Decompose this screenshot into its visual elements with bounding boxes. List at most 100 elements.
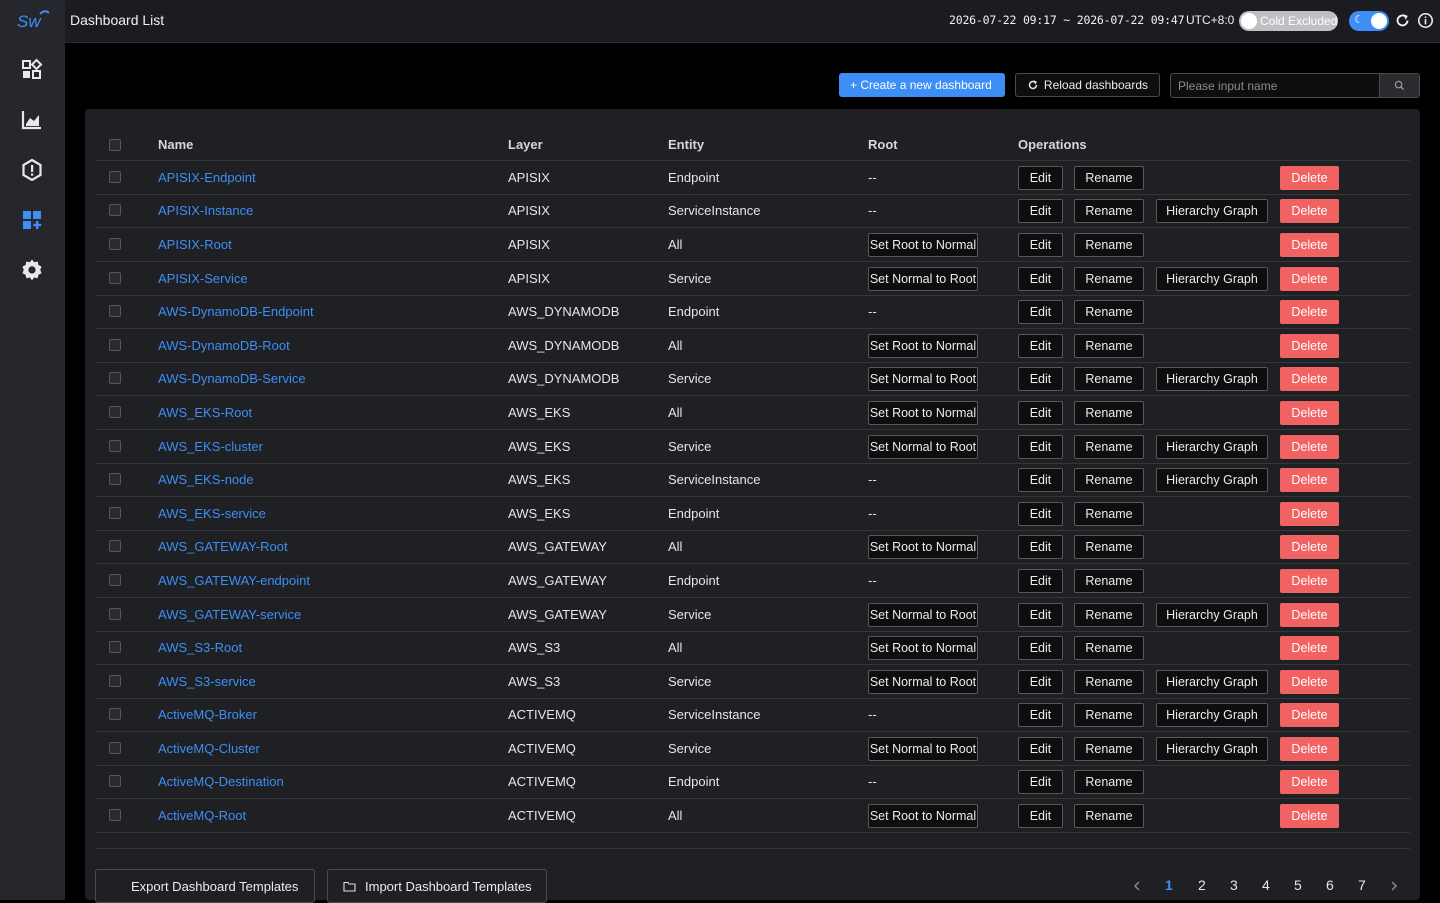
dashboard-add-icon[interactable] (20, 208, 44, 232)
page-number[interactable]: 5 (1294, 877, 1302, 897)
rename-button[interactable]: Rename (1074, 435, 1144, 459)
alert-hexagon-icon[interactable] (20, 158, 44, 182)
edit-button[interactable]: Edit (1018, 535, 1063, 559)
row-checkbox[interactable] (109, 406, 121, 418)
row-checkbox[interactable] (109, 339, 121, 351)
rename-button[interactable]: Rename (1074, 737, 1144, 761)
dashboard-name-link[interactable]: AWS_EKS-Root (158, 405, 252, 420)
hierarchy-graph-button[interactable]: Hierarchy Graph (1156, 670, 1268, 694)
header-entity[interactable]: Entity (668, 137, 704, 152)
edit-button[interactable]: Edit (1018, 770, 1063, 794)
next-page-icon[interactable] (1388, 880, 1400, 892)
rename-button[interactable]: Rename (1074, 535, 1144, 559)
edit-button[interactable]: Edit (1018, 334, 1063, 358)
dashboard-name-link[interactable]: AWS_S3-Root (158, 640, 242, 655)
edit-button[interactable]: Edit (1018, 233, 1063, 257)
rename-button[interactable]: Rename (1074, 670, 1144, 694)
header-root[interactable]: Root (868, 137, 898, 152)
hierarchy-graph-button[interactable]: Hierarchy Graph (1156, 367, 1268, 391)
row-checkbox[interactable] (109, 775, 121, 787)
rename-button[interactable]: Rename (1074, 770, 1144, 794)
edit-button[interactable]: Edit (1018, 468, 1063, 492)
set-root-to-normal-button[interactable]: Set Root to Normal (868, 233, 978, 257)
row-checkbox[interactable] (109, 171, 121, 183)
create-dashboard-button[interactable]: + Create a new dashboard (839, 73, 1005, 97)
rename-button[interactable]: Rename (1074, 703, 1144, 727)
page-number[interactable]: 2 (1198, 877, 1206, 897)
row-checkbox[interactable] (109, 809, 121, 821)
row-checkbox[interactable] (109, 675, 121, 687)
gear-icon[interactable] (20, 258, 44, 282)
delete-button[interactable]: Delete (1280, 603, 1339, 627)
hierarchy-graph-button[interactable]: Hierarchy Graph (1156, 267, 1268, 291)
set-normal-to-root-button[interactable]: Set Normal to Root (868, 367, 978, 391)
hierarchy-graph-button[interactable]: Hierarchy Graph (1156, 435, 1268, 459)
rename-button[interactable]: Rename (1074, 569, 1144, 593)
edit-button[interactable]: Edit (1018, 435, 1063, 459)
edit-button[interactable]: Edit (1018, 670, 1063, 694)
page-number[interactable]: 4 (1262, 877, 1270, 897)
row-checkbox[interactable] (109, 540, 121, 552)
set-normal-to-root-button[interactable]: Set Normal to Root (868, 267, 978, 291)
rename-button[interactable]: Rename (1074, 804, 1144, 828)
delete-button[interactable]: Delete (1280, 737, 1339, 761)
hierarchy-graph-button[interactable]: Hierarchy Graph (1156, 737, 1268, 761)
delete-button[interactable]: Delete (1280, 468, 1339, 492)
delete-button[interactable]: Delete (1280, 636, 1339, 660)
delete-button[interactable]: Delete (1280, 804, 1339, 828)
dashboard-name-link[interactable]: AWS_GATEWAY-endpoint (158, 573, 310, 588)
chart-icon[interactable] (20, 108, 44, 132)
prev-page-icon[interactable] (1131, 880, 1143, 892)
edit-button[interactable]: Edit (1018, 502, 1063, 526)
dashboard-name-link[interactable]: AWS_EKS-node (158, 472, 254, 487)
row-checkbox[interactable] (109, 305, 121, 317)
row-checkbox[interactable] (109, 742, 121, 754)
header-name[interactable]: Name (158, 137, 193, 152)
theme-toggle[interactable]: ☾ (1349, 11, 1389, 31)
delete-button[interactable]: Delete (1280, 770, 1339, 794)
edit-button[interactable]: Edit (1018, 267, 1063, 291)
delete-button[interactable]: Delete (1280, 569, 1339, 593)
dashboard-name-link[interactable]: ActiveMQ-Cluster (158, 741, 260, 756)
dashboard-name-link[interactable]: ActiveMQ-Broker (158, 707, 257, 722)
set-root-to-normal-button[interactable]: Set Root to Normal (868, 804, 978, 828)
rename-button[interactable]: Rename (1074, 267, 1144, 291)
row-checkbox[interactable] (109, 238, 121, 250)
edit-button[interactable]: Edit (1018, 603, 1063, 627)
rename-button[interactable]: Rename (1074, 636, 1144, 660)
set-root-to-normal-button[interactable]: Set Root to Normal (868, 535, 978, 559)
dashboard-name-link[interactable]: AWS_EKS-service (158, 506, 266, 521)
page-number[interactable]: 6 (1326, 877, 1334, 897)
dashboard-name-link[interactable]: AWS_GATEWAY-service (158, 607, 301, 622)
rename-button[interactable]: Rename (1074, 603, 1144, 627)
hierarchy-graph-button[interactable]: Hierarchy Graph (1156, 468, 1268, 492)
cold-stage-toggle[interactable]: Cold Excluded (1239, 11, 1338, 31)
dashboard-name-link[interactable]: ActiveMQ-Root (158, 808, 246, 823)
delete-button[interactable]: Delete (1280, 535, 1339, 559)
edit-button[interactable]: Edit (1018, 300, 1063, 324)
delete-button[interactable]: Delete (1280, 233, 1339, 257)
dashboard-name-link[interactable]: APISIX-Endpoint (158, 170, 256, 185)
page-number[interactable]: 1 (1165, 877, 1173, 897)
edit-button[interactable]: Edit (1018, 703, 1063, 727)
set-normal-to-root-button[interactable]: Set Normal to Root (868, 737, 978, 761)
hierarchy-graph-button[interactable]: Hierarchy Graph (1156, 703, 1268, 727)
reload-dashboards-button[interactable]: Reload dashboards (1015, 73, 1160, 97)
widgets-icon[interactable] (20, 58, 44, 82)
set-normal-to-root-button[interactable]: Set Normal to Root (868, 435, 978, 459)
dashboard-name-link[interactable]: APISIX-Root (158, 237, 232, 252)
delete-button[interactable]: Delete (1280, 166, 1339, 190)
hierarchy-graph-button[interactable]: Hierarchy Graph (1156, 199, 1268, 223)
rename-button[interactable]: Rename (1074, 233, 1144, 257)
set-root-to-normal-button[interactable]: Set Root to Normal (868, 401, 978, 425)
export-templates-button[interactable]: Export Dashboard Templates (95, 869, 315, 903)
delete-button[interactable]: Delete (1280, 435, 1339, 459)
row-checkbox[interactable] (109, 473, 121, 485)
dashboard-name-link[interactable]: AWS_S3-service (158, 674, 256, 689)
rename-button[interactable]: Rename (1074, 468, 1144, 492)
row-checkbox[interactable] (109, 608, 121, 620)
edit-button[interactable]: Edit (1018, 636, 1063, 660)
delete-button[interactable]: Delete (1280, 267, 1339, 291)
row-checkbox[interactable] (109, 574, 121, 586)
dashboard-name-link[interactable]: AWS-DynamoDB-Endpoint (158, 304, 314, 319)
